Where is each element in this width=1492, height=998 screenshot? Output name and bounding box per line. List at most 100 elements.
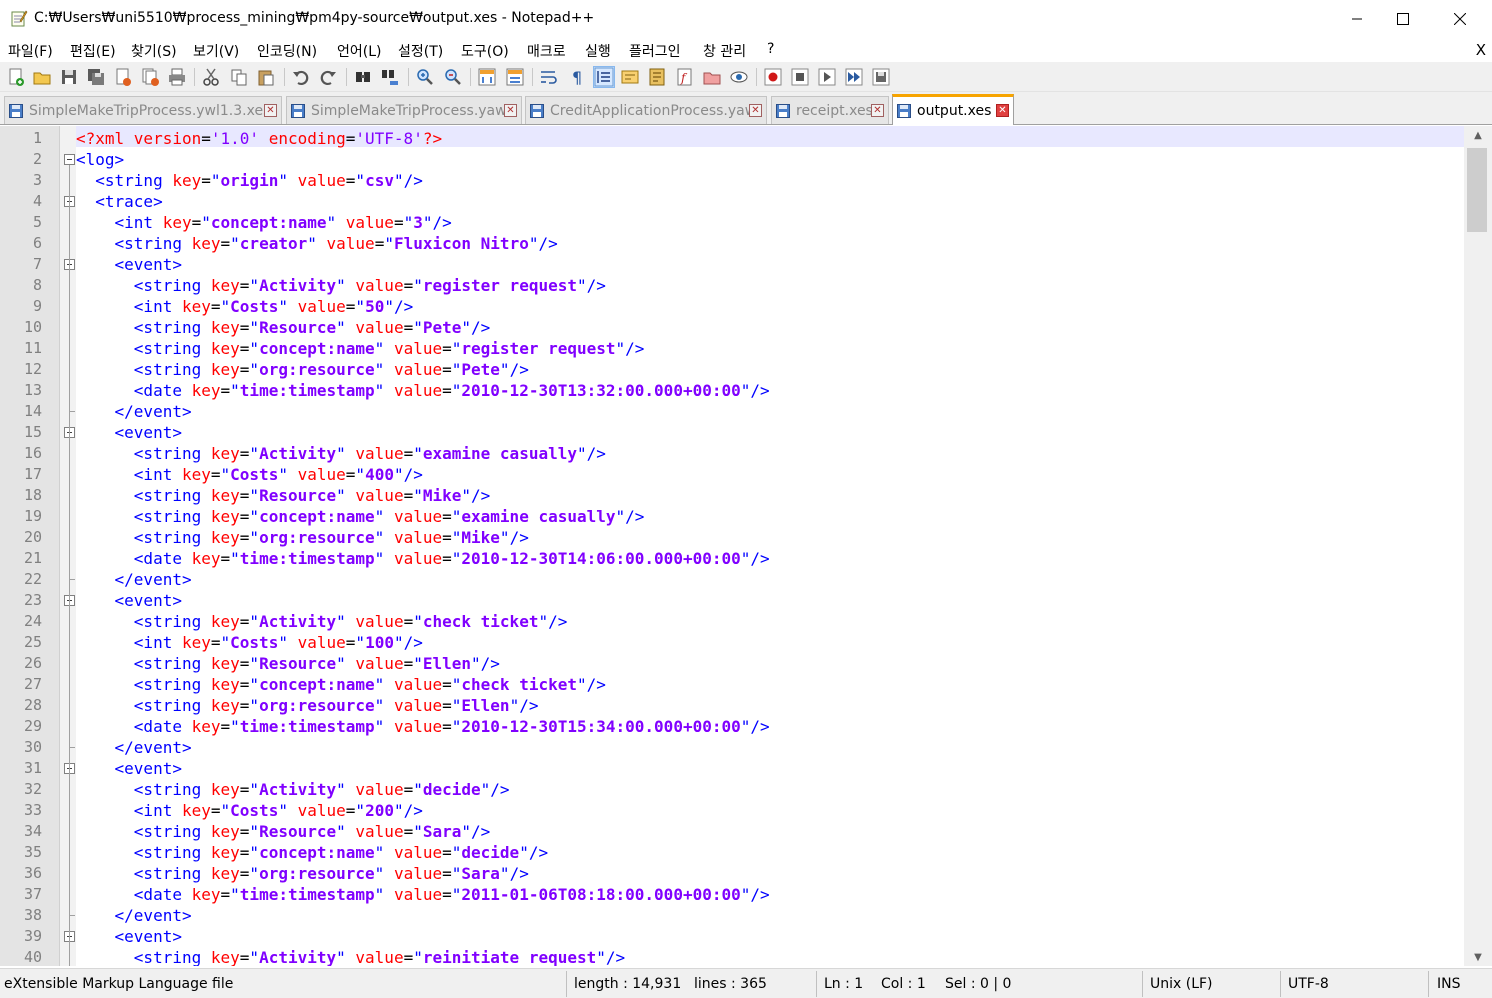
maximize-button[interactable] xyxy=(1380,0,1426,38)
find-icon[interactable] xyxy=(353,67,373,87)
menu-window[interactable]: 창 관리 xyxy=(703,41,746,61)
line-number: 40 xyxy=(23,948,42,966)
stop-macro-icon[interactable] xyxy=(790,67,810,87)
saved-disk-icon xyxy=(291,103,305,118)
menu-search[interactable]: 찾기(S) xyxy=(131,41,177,61)
folder-workspace-icon[interactable] xyxy=(702,67,722,87)
fold-margin[interactable] xyxy=(60,126,76,966)
copy-icon[interactable] xyxy=(229,67,249,87)
open-file-icon[interactable] xyxy=(32,67,52,87)
menu-run[interactable]: 실행 xyxy=(585,41,611,61)
code-area[interactable]: <?xml version='1.0' encoding='UTF-8'?> <l… xyxy=(76,126,1464,966)
language-icon[interactable] xyxy=(620,67,640,87)
tab-simplemaketrip-xes[interactable]: SimpleMakeTripProcess.ywl1.3.xes ✕ xyxy=(4,96,282,124)
code-line: <string key="Activity" value="register r… xyxy=(133,276,606,295)
redo-icon[interactable] xyxy=(318,67,338,87)
save-all-icon[interactable] xyxy=(86,67,106,87)
tab-creditapplication-yawl[interactable]: CreditApplicationProcess.yawl ✕ xyxy=(525,96,767,124)
line-number: 11 xyxy=(23,339,42,357)
line-number: 33 xyxy=(23,801,42,819)
status-insert-mode[interactable]: INS xyxy=(1437,976,1461,992)
minimize-button[interactable] xyxy=(1334,0,1380,38)
scroll-down-icon[interactable]: ▼ xyxy=(1464,948,1492,966)
title-bar: C:₩Users₩uni5510₩process_mining₩pm4py-so… xyxy=(0,0,1492,38)
record-macro-icon[interactable] xyxy=(763,67,783,87)
doc-map-icon[interactable] xyxy=(647,67,667,87)
toolbar-separator xyxy=(284,68,285,86)
status-eol[interactable]: Unix (LF) xyxy=(1150,976,1213,992)
scrollbar-thumb[interactable] xyxy=(1467,148,1487,232)
tab-close-icon[interactable]: ✕ xyxy=(996,104,1009,117)
editor[interactable]: <?xml version='1.0' encoding='UTF-8'?> <l… xyxy=(0,126,1492,966)
line-number: 30 xyxy=(23,738,42,756)
tab-simplemaketrip-yawl[interactable]: SimpleMakeTripProcess.yawl ✕ xyxy=(286,96,522,124)
show-all-chars-icon[interactable]: ¶ xyxy=(567,67,587,87)
code-line: <string key="concept:name" value="regist… xyxy=(133,339,645,358)
code-line: <string key="Activity" value="check tick… xyxy=(133,612,568,631)
zoom-out-icon[interactable] xyxy=(443,67,463,87)
menu-tools[interactable]: 도구(O) xyxy=(461,41,509,61)
print-icon[interactable] xyxy=(167,67,187,87)
menu-language[interactable]: 언어(L) xyxy=(337,41,381,61)
word-wrap-icon[interactable] xyxy=(539,67,559,87)
tab-close-icon[interactable]: ✕ xyxy=(871,104,884,117)
paste-icon[interactable] xyxy=(256,67,276,87)
menu-plugins[interactable]: 플러그인 xyxy=(629,41,681,61)
close-icon[interactable] xyxy=(113,67,133,87)
menu-bar: 파일(F) 편집(E) 찾기(S) 보기(V) 인코딩(N) 언어(L) 설정(… xyxy=(0,38,1492,62)
menu-edit[interactable]: 편집(E) xyxy=(70,41,116,61)
monitor-icon[interactable] xyxy=(729,67,749,87)
close-all-icon[interactable] xyxy=(140,67,160,87)
new-file-icon[interactable] xyxy=(6,67,26,87)
fold-toggle-icon[interactable] xyxy=(64,154,75,165)
menu-encoding[interactable]: 인코딩(N) xyxy=(257,41,317,61)
code-line: <int key="concept:name" value="3"/> xyxy=(114,213,452,232)
function-list-icon[interactable]: f xyxy=(675,67,695,87)
code-line: <string key="Activity" value="reinitiate… xyxy=(133,948,626,966)
status-encoding[interactable]: UTF-8 xyxy=(1288,976,1329,992)
menu-view[interactable]: 보기(V) xyxy=(193,41,239,61)
zoom-in-icon[interactable] xyxy=(415,67,435,87)
tab-close-icon[interactable]: ✕ xyxy=(749,104,762,117)
menu-file[interactable]: 파일(F) xyxy=(8,41,53,61)
line-number: 34 xyxy=(23,822,42,840)
code-line: <string key="Resource" value="Mike"/> xyxy=(133,486,491,505)
replace-icon[interactable] xyxy=(380,67,400,87)
status-selection: Sel : 0 | 0 xyxy=(945,976,1012,992)
status-divider xyxy=(1428,971,1429,997)
tab-close-icon[interactable]: ✕ xyxy=(504,104,517,117)
play-macro-icon[interactable] xyxy=(817,67,837,87)
line-number: 23 xyxy=(23,591,42,609)
code-line: <int key="Costs" value="200"/> xyxy=(133,801,423,820)
code-line: <string key="Resource" value="Sara"/> xyxy=(133,822,491,841)
vertical-scrollbar[interactable]: ▲ ▼ xyxy=(1464,126,1492,966)
menu-help[interactable]: ? xyxy=(767,41,774,57)
menu-settings[interactable]: 설정(T) xyxy=(398,41,443,61)
svg-text:¶: ¶ xyxy=(572,68,582,87)
code-line: </event> xyxy=(114,738,192,757)
tab-receipt-xes[interactable]: receipt.xes ✕ xyxy=(771,96,889,124)
close-window-button[interactable] xyxy=(1437,0,1483,38)
indent-guide-icon[interactable] xyxy=(593,66,615,88)
tab-output-xes[interactable]: output.xes ✕ xyxy=(892,94,1014,125)
save-macro-icon[interactable] xyxy=(871,67,891,87)
line-number: 9 xyxy=(32,297,42,315)
scroll-up-icon[interactable]: ▲ xyxy=(1464,126,1492,144)
code-line: </event> xyxy=(114,570,192,589)
undo-icon[interactable] xyxy=(291,67,311,87)
run-macro-multiple-icon[interactable] xyxy=(844,67,864,87)
tab-close-icon[interactable]: ✕ xyxy=(264,104,277,117)
close-document-button[interactable]: X xyxy=(1476,41,1486,59)
code-line: <string key="Resource" value="Pete"/> xyxy=(133,318,491,337)
tab-label: SimpleMakeTripProcess.yawl xyxy=(311,102,511,119)
saved-disk-icon xyxy=(530,103,544,118)
cut-icon[interactable] xyxy=(201,67,221,87)
toolbar-separator xyxy=(408,68,409,86)
sync-horizontal-icon[interactable] xyxy=(505,67,525,87)
sync-vertical-icon[interactable] xyxy=(477,67,497,87)
line-number: 6 xyxy=(32,234,42,252)
toolbar-separator xyxy=(756,68,757,86)
menu-macro[interactable]: 매크로 xyxy=(527,41,566,61)
save-icon[interactable] xyxy=(59,67,79,87)
line-number: 5 xyxy=(32,213,42,231)
